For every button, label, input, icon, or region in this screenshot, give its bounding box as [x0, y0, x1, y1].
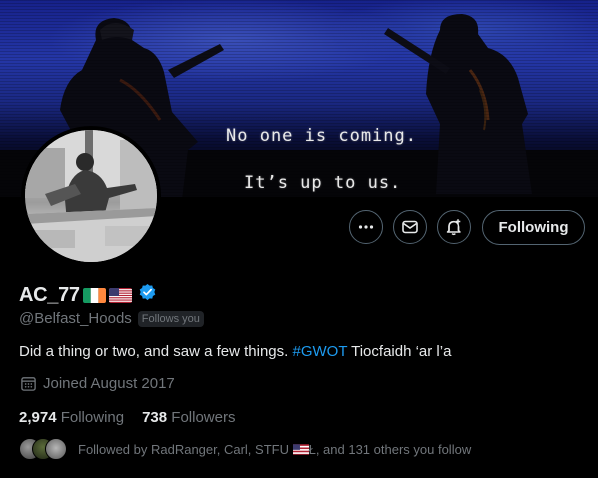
bio-hashtag-link[interactable]: #GWOT [292, 343, 347, 360]
calendar-icon [21, 377, 36, 391]
message-button[interactable] [393, 210, 427, 244]
display-name-row: AC_77 [19, 283, 157, 307]
notifications-button[interactable] [437, 210, 471, 244]
followed-by-text-end: Ł, and 131 others you follow [308, 441, 472, 457]
followers-count-link[interactable]: 738 Followers [142, 409, 235, 426]
verified-badge-icon[interactable] [138, 283, 157, 307]
followed-by-text-start: Followed by RadRanger, Carl, STFU [78, 441, 293, 457]
bell-plus-icon [446, 219, 461, 236]
bio-text-start: Did a thing or two, and saw a few things… [19, 343, 293, 360]
following-button[interactable]: Following [482, 210, 585, 245]
handle-row: @Belfast_Hoods Follows you [19, 310, 204, 327]
follow-counts: 2,974 Following 738 Followers [19, 409, 235, 426]
following-count-link[interactable]: 2,974 Following [19, 409, 124, 426]
followed-by-row[interactable]: Followed by RadRanger, Carl, STFU Ł, and… [19, 438, 471, 460]
followers-count: 738 [142, 409, 168, 426]
followed-by-avatars [19, 438, 69, 460]
profile-bio: Did a thing or two, and saw a few things… [19, 343, 451, 360]
following-count-label: Following [60, 409, 125, 426]
ireland-flag-icon [82, 287, 106, 303]
following-count: 2,974 [19, 409, 57, 426]
user-handle: @Belfast_Hoods [19, 310, 132, 327]
joined-date: Joined August 2017 [43, 375, 175, 392]
followed-by-text: Followed by RadRanger, Carl, STFU Ł, and… [78, 442, 471, 457]
usa-flag-icon [292, 443, 309, 455]
profile-avatar[interactable] [21, 126, 161, 266]
display-name: AC_77 [19, 283, 80, 306]
mini-avatar [45, 438, 67, 460]
bio-text-end: Tiocfaidh ‘ar l’a [347, 343, 452, 360]
envelope-icon [402, 220, 418, 234]
more-options-button[interactable] [349, 210, 383, 244]
followers-count-label: Followers [171, 409, 236, 426]
joined-date-row: Joined August 2017 [20, 375, 175, 392]
more-horizontal-icon [358, 225, 374, 229]
banner-quote-line-1: No one is coming. [226, 126, 417, 146]
banner-quote-line-2: It’s up to us. [244, 173, 402, 193]
follows-you-badge: Follows you [137, 310, 204, 327]
avatar-photo [25, 130, 157, 262]
usa-flag-icon [108, 287, 132, 303]
